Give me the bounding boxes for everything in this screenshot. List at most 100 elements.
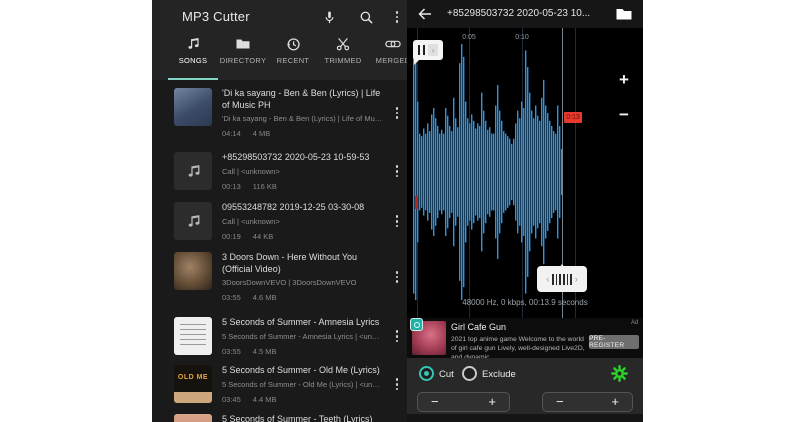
trim-editor-app: +85298503732 2020-05-23 10... 0:05 0:10 …	[407, 0, 643, 422]
time-tick: 0:05	[462, 34, 476, 41]
trim-controls: Cut Exclude − + − +	[407, 358, 643, 414]
tab-merged[interactable]: MERGED	[368, 36, 407, 80]
song-menu-icon[interactable]	[387, 202, 407, 241]
tab-label: RECENT	[276, 56, 310, 65]
song-row[interactable]: 3 Doors Down - Here Without You (Officia…	[174, 252, 407, 302]
exclude-label[interactable]: Exclude	[482, 369, 516, 380]
music-note-icon	[185, 36, 201, 52]
increment-button[interactable]: +	[611, 393, 619, 411]
position-slider-handle[interactable]: ‹ ›	[537, 264, 587, 292]
song-meta: 03:55 4.5 MB	[222, 346, 277, 356]
playback-bubble[interactable]: ›	[413, 40, 443, 65]
tab-label: MERGED	[375, 56, 407, 65]
slider-grip-icon	[552, 273, 572, 285]
album-art	[174, 252, 212, 290]
back-icon[interactable]	[417, 6, 433, 22]
cut-radio[interactable]	[419, 366, 434, 381]
song-title: 5 Seconds of Summer - Old Me (Lyrics)	[222, 365, 380, 375]
song-subtitle: 5 Seconds of Summer - Amnesia Lyrics | <…	[222, 331, 383, 341]
album-art-placeholder	[174, 202, 212, 240]
tab-trimmed[interactable]: TRIMMED	[318, 36, 368, 80]
cut-label[interactable]: Cut	[439, 369, 454, 380]
album-art	[174, 414, 212, 422]
screenshot-canvas: MP3 Cutter SONGS DIRECTORY RECENT TRIMME…	[0, 0, 800, 422]
slider-left-arrow: ‹	[546, 274, 550, 284]
end-marker-label[interactable]: 0:13	[564, 112, 582, 123]
mic-icon[interactable]	[320, 8, 338, 26]
editor-title: +85298503732 2020-05-23 10...	[447, 8, 591, 19]
song-title: 5 Seconds of Summer - Amnesia Lyrics	[222, 317, 380, 327]
folder-icon[interactable]	[615, 6, 633, 22]
tab-songs[interactable]: SONGS	[168, 36, 218, 80]
search-icon[interactable]	[357, 8, 375, 26]
overflow-menu-icon[interactable]	[388, 8, 406, 26]
song-subtitle: Call | <unknown>	[222, 166, 280, 176]
end-time-stepper: − +	[542, 392, 633, 412]
album-art-placeholder	[174, 152, 212, 190]
app-header: MP3 Cutter SONGS DIRECTORY RECENT TRIMME…	[152, 0, 407, 80]
song-menu-icon[interactable]	[387, 365, 407, 404]
song-title: 3 Doors Down - Here Without You (Officia…	[222, 252, 358, 274]
link-icon	[385, 36, 401, 52]
ad-banner[interactable]: Girl Cafe Gun 2021 top anime game Welcom…	[407, 318, 643, 361]
song-menu-icon[interactable]	[387, 252, 407, 302]
song-menu-icon[interactable]	[387, 152, 407, 191]
song-row[interactable]: +85298503732 2020-05-23 10-59-53 Call | …	[174, 152, 407, 191]
slider-right-arrow: ›	[574, 274, 578, 284]
exclude-radio[interactable]	[462, 366, 477, 381]
ad-thumbnail	[410, 318, 446, 355]
zoom-out-button[interactable]: −	[612, 103, 636, 127]
waveform[interactable]	[413, 42, 563, 302]
ad-mark: Ad	[631, 320, 639, 326]
play-next-icon: ›	[428, 44, 439, 56]
tab-directory[interactable]: DIRECTORY	[218, 36, 268, 80]
settings-gear-icon[interactable]	[611, 365, 628, 382]
song-title: 5 Seconds of Summer - Teeth (Lyrics)	[222, 414, 373, 422]
tab-label: SONGS	[178, 56, 208, 65]
song-title: 09553248782 2019-12-25 03-30-08	[222, 202, 365, 212]
song-menu-icon[interactable]	[387, 414, 407, 422]
tab-bar: SONGS DIRECTORY RECENT TRIMMED MERGED	[168, 36, 407, 80]
song-menu-icon[interactable]	[387, 88, 407, 138]
ad-title: Girl Cafe Gun	[451, 322, 507, 332]
folder-icon	[235, 36, 251, 52]
pause-icon	[417, 45, 426, 55]
song-meta: 03:55 4.6 MB	[222, 293, 277, 302]
song-subtitle: Call | <unknown>	[222, 216, 280, 226]
pre-register-button[interactable]: PRE-REGISTER	[589, 335, 639, 349]
song-row[interactable]: 5 Seconds of Summer - Amnesia Lyrics 5 S…	[174, 317, 407, 356]
song-title: 'Di ka sayang - Ben & Ben (Lyrics) | Lif…	[222, 88, 381, 110]
active-tab-underline	[168, 78, 218, 80]
decrement-button[interactable]: −	[431, 393, 439, 411]
ad-info-icon[interactable]	[410, 318, 423, 331]
time-tick: 0:10	[515, 34, 529, 41]
start-time-stepper: − +	[417, 392, 510, 412]
history-icon	[285, 36, 301, 52]
song-meta: 03:45 4.4 MB	[222, 394, 277, 404]
waveform-panel[interactable]: 0:05 0:10 0:13 › + − ‹ › 48000 Hz, 0 kbp…	[407, 28, 643, 318]
song-meta: 04:14 4 MB	[222, 129, 271, 138]
song-meta: 00:19 44 KB	[222, 231, 274, 241]
album-art	[174, 317, 212, 355]
song-subtitle: 3DoorsDownVEVO | 3DoorsDownVEVO	[222, 278, 357, 287]
album-art: OLD ME	[174, 365, 212, 403]
song-row[interactable]: 09553248782 2019-12-25 03-30-08 Call | <…	[174, 202, 407, 241]
song-row[interactable]: 5 Seconds of Summer - Teeth (Lyrics)	[174, 414, 407, 422]
app-title: MP3 Cutter	[182, 9, 250, 24]
tab-label: DIRECTORY	[219, 56, 267, 65]
song-subtitle: 5 Seconds of Summer - Old Me (Lyrics) | …	[222, 379, 383, 389]
increment-button[interactable]: +	[488, 393, 496, 411]
song-subtitle: 'Di ka sayang - Ben & Ben (Lyrics) | Lif…	[222, 114, 383, 123]
editor-header: +85298503732 2020-05-23 10...	[407, 0, 643, 28]
song-row[interactable]: OLD ME 5 Seconds of Summer - Old Me (Lyr…	[174, 365, 407, 404]
tab-recent[interactable]: RECENT	[268, 36, 318, 80]
zoom-in-button[interactable]: +	[612, 68, 636, 92]
song-title: +85298503732 2020-05-23 10-59-53	[222, 152, 370, 162]
start-marker-handle[interactable]	[415, 196, 418, 209]
song-menu-icon[interactable]	[387, 317, 407, 356]
tab-label: TRIMMED	[324, 56, 362, 65]
decrement-button[interactable]: −	[556, 393, 564, 411]
song-row[interactable]: 'Di ka sayang - Ben & Ben (Lyrics) | Lif…	[174, 88, 407, 138]
bottom-strip	[407, 414, 643, 422]
mp3-cutter-app: MP3 Cutter SONGS DIRECTORY RECENT TRIMME…	[152, 0, 407, 422]
